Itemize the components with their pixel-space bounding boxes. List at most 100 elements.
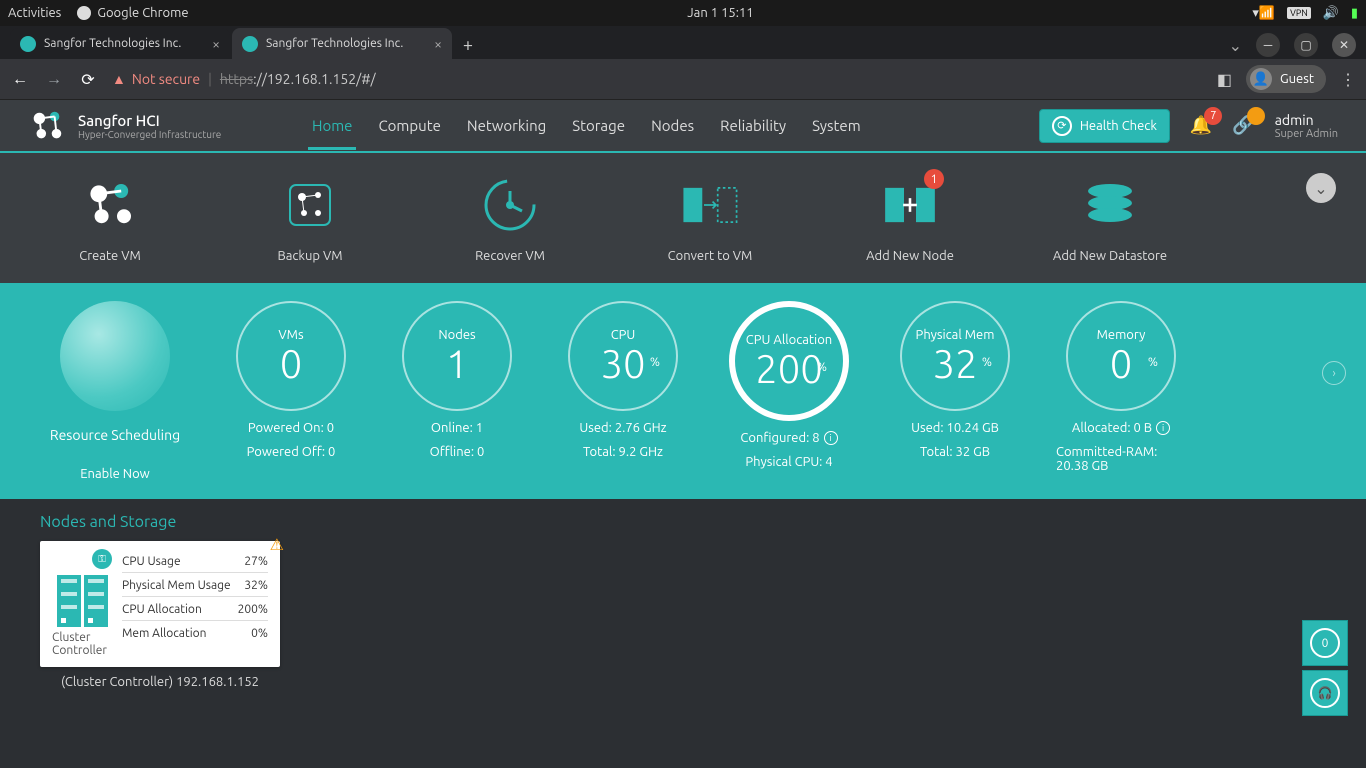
action-badge: 1 xyxy=(924,169,944,189)
forward-button[interactable]: → xyxy=(44,70,64,89)
node-card[interactable]: ⚠ ⚿ Cluster Controller CPU Usage27%Physi… xyxy=(40,541,280,667)
nav-networking[interactable]: Networking xyxy=(463,103,550,148)
action-add-new-datastore[interactable]: Add New Datastore xyxy=(1040,175,1180,263)
stat-line1: Online: 1 xyxy=(431,421,483,435)
notification-badge: 7 xyxy=(1204,107,1222,125)
action-create-vm[interactable]: Create VM xyxy=(40,175,180,263)
vpn-icon[interactable]: VPN xyxy=(1287,7,1311,19)
url-input[interactable]: ▲ Not secure | https://192.168.1.152/#/ xyxy=(112,71,1203,87)
nav-compute[interactable]: Compute xyxy=(374,103,444,148)
close-icon[interactable]: × xyxy=(434,36,442,52)
stat-name: Memory xyxy=(1097,328,1146,342)
chrome-icon xyxy=(77,6,91,20)
stat-name: Physical Mem xyxy=(916,328,995,342)
back-button[interactable]: ← xyxy=(10,70,30,89)
stat-line2: Offline: 0 xyxy=(430,445,485,459)
server-icon xyxy=(57,575,108,627)
node-caption: (Cluster Controller) 192.168.1.152 xyxy=(40,675,280,689)
tasks-button[interactable]: 0 xyxy=(1302,620,1348,666)
nav-storage[interactable]: Storage xyxy=(568,103,629,148)
close-icon[interactable]: × xyxy=(212,36,220,52)
health-check-label: Health Check xyxy=(1080,119,1157,133)
url-text: https://192.168.1.152/#/ xyxy=(220,71,376,87)
activities-label[interactable]: Activities xyxy=(8,6,61,20)
stat-name: CPU Allocation xyxy=(746,333,832,347)
action-icon xyxy=(80,175,140,235)
maximize-button[interactable]: ▢ xyxy=(1294,33,1318,57)
menu-icon[interactable]: ⋮ xyxy=(1340,70,1356,89)
user-menu[interactable]: admin Super Admin xyxy=(1275,112,1338,140)
stat-cpu-allocation[interactable]: CPU Allocation200%Configured: 8 iPhysica… xyxy=(724,301,854,473)
collapse-button[interactable]: ⌄ xyxy=(1306,173,1336,203)
tab-title: Sangfor Technologies Inc. xyxy=(44,37,204,50)
percent-label: % xyxy=(650,356,660,369)
reload-button[interactable]: ⟳ xyxy=(78,70,98,89)
support-button[interactable]: 🎧 xyxy=(1302,670,1348,716)
nav-reliability[interactable]: Reliability xyxy=(716,103,790,148)
health-check-button[interactable]: ⟳ Health Check xyxy=(1039,109,1170,143)
tab-favicon-icon xyxy=(242,36,258,52)
stat-nodes[interactable]: Nodes1Online: 1Offline: 0 xyxy=(392,301,522,473)
gauge: VMs0 xyxy=(236,301,346,411)
stat-line1: Used: 2.76 GHz xyxy=(579,421,666,435)
active-app[interactable]: Google Chrome xyxy=(77,6,188,20)
stat-vms[interactable]: VMs0Powered On: 0Powered Off: 0 xyxy=(226,301,356,473)
action-label: Backup VM xyxy=(277,249,342,263)
action-backup-vm[interactable]: Backup VM xyxy=(240,175,380,263)
notifications-button[interactable]: 🔔 7 xyxy=(1190,115,1212,136)
nav-system[interactable]: System xyxy=(808,103,865,148)
browser-tab[interactable]: Sangfor Technologies Inc. × xyxy=(232,28,452,59)
enable-scheduling-button[interactable]: Enable Now xyxy=(80,467,150,481)
battery-icon[interactable]: ▮ xyxy=(1351,6,1358,21)
stat-line1: Powered On: 0 xyxy=(248,421,334,435)
not-secure-indicator[interactable]: ▲ Not secure xyxy=(112,71,200,87)
stat-name: VMs xyxy=(278,328,303,342)
action-label: Convert to VM xyxy=(668,249,753,263)
minimize-button[interactable]: ─ xyxy=(1256,33,1280,57)
scroll-right-button[interactable]: › xyxy=(1322,361,1346,385)
stat-name: Nodes xyxy=(438,328,475,342)
brand[interactable]: Sangfor HCI Hyper-Converged Infrastructu… xyxy=(28,107,308,145)
section-title: Nodes and Storage xyxy=(40,513,1326,531)
wifi-icon[interactable]: ▾📶 xyxy=(1252,6,1275,21)
health-icon: ⟳ xyxy=(1052,116,1072,136)
action-label: Add New Datastore xyxy=(1053,249,1167,263)
nodes-storage-section: Nodes and Storage ⚠ ⚿ Cluster Controller… xyxy=(0,499,1366,703)
new-tab-button[interactable]: + xyxy=(454,31,482,59)
stat-memory[interactable]: Memory0%Allocated: 0 B iCommitted-RAM: 2… xyxy=(1056,301,1186,473)
action-label: Recover VM xyxy=(475,249,545,263)
resource-scheduling-tile[interactable]: Resource Scheduling Enable Now xyxy=(40,301,190,481)
clock[interactable]: Jan 1 15:11 xyxy=(189,6,1253,20)
node-metrics: CPU Usage27%Physical Mem Usage32%CPU All… xyxy=(122,549,268,657)
action-add-new-node[interactable]: 1Add New Node xyxy=(840,175,980,263)
metric-label: Physical Mem Usage xyxy=(122,579,231,592)
share-button[interactable]: 🔗 xyxy=(1232,115,1254,136)
browser-tab-strip: Sangfor Technologies Inc. × Sangfor Tech… xyxy=(0,26,1366,59)
info-icon[interactable]: i xyxy=(1156,421,1170,435)
action-recover-vm[interactable]: Recover VM xyxy=(440,175,580,263)
metric-label: CPU Usage xyxy=(122,555,181,568)
action-convert-to-vm[interactable]: Convert to VM xyxy=(640,175,780,263)
metric-row: Physical Mem Usage32% xyxy=(122,573,268,597)
tab-title: Sangfor Technologies Inc. xyxy=(266,37,426,50)
stats-strip: Resource Scheduling Enable Now VMs0 Power… xyxy=(0,283,1366,499)
product-tagline: Hyper-Converged Infrastructure xyxy=(78,129,221,140)
main-nav: Home Compute Networking Storage Nodes Reliabi… xyxy=(308,103,865,148)
stat-line2: Committed-RAM: 20.38 GB xyxy=(1056,445,1186,473)
tab-favicon-icon xyxy=(20,36,36,52)
profile-button[interactable]: 👤 Guest xyxy=(1246,65,1326,93)
chevron-down-icon[interactable]: ⌄ xyxy=(1229,36,1242,55)
profile-label: Guest xyxy=(1280,72,1314,86)
percent-label: % xyxy=(817,361,827,374)
close-window-button[interactable]: ✕ xyxy=(1332,33,1356,57)
info-icon[interactable]: i xyxy=(824,431,838,445)
browser-tab[interactable]: Sangfor Technologies Inc. × xyxy=(10,28,230,59)
panel-icon[interactable]: ◧ xyxy=(1217,70,1232,89)
stat-physical-mem[interactable]: Physical Mem32%Used: 10.24 GBTotal: 32 G… xyxy=(890,301,1020,473)
nav-nodes[interactable]: Nodes xyxy=(647,103,698,148)
floating-actions: 0 🎧 xyxy=(1302,620,1348,716)
volume-icon[interactable]: 🔊 xyxy=(1323,6,1339,21)
chevron-right-icon: › xyxy=(1332,367,1335,380)
nav-home[interactable]: Home xyxy=(308,103,356,148)
stat-cpu[interactable]: CPU30%Used: 2.76 GHzTotal: 9.2 GHz xyxy=(558,301,688,473)
